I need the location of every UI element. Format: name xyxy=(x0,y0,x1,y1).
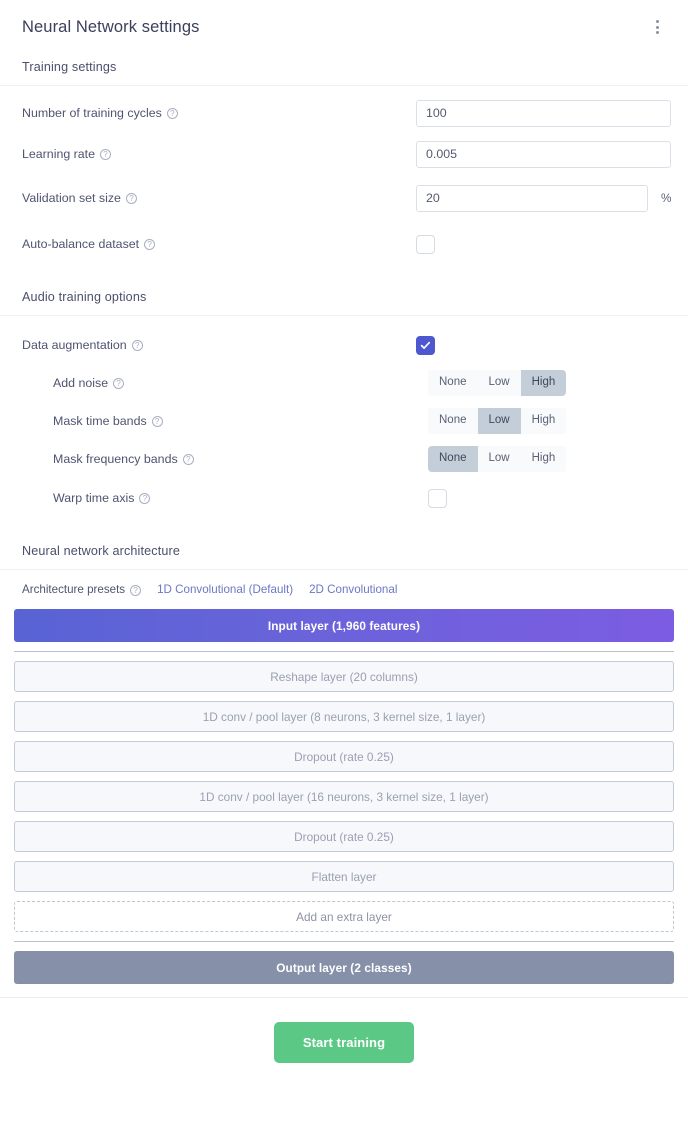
label-text: Number of training cycles xyxy=(22,106,162,120)
layer-dropout-1[interactable]: Dropout (rate 0.25) xyxy=(14,741,674,772)
control-add-noise: None Low High xyxy=(416,370,666,396)
start-training-button[interactable]: Start training xyxy=(273,1022,415,1063)
help-icon[interactable]: ? xyxy=(139,493,151,504)
help-icon[interactable]: ? xyxy=(151,416,163,427)
footer: Start training xyxy=(0,998,688,1063)
add-extra-layer-button[interactable]: Add an extra layer xyxy=(14,901,674,932)
mask-time-bands-option-high[interactable]: High xyxy=(520,408,567,434)
help-icon[interactable]: ? xyxy=(125,193,137,204)
divider-before-output-layer xyxy=(14,941,674,942)
input-layer[interactable]: Input layer (1,960 features) xyxy=(14,609,674,642)
control-auto-balance-dataset xyxy=(416,234,666,254)
divider-after-input-layer xyxy=(14,651,674,652)
help-icon[interactable]: ? xyxy=(144,239,156,250)
page-title: Neural Network settings xyxy=(22,17,200,36)
control-validation-set-size: % xyxy=(416,184,672,212)
row-validation-set-size: Validation set size ? % xyxy=(0,176,688,220)
mask-time-bands-option-low[interactable]: Low xyxy=(477,408,521,434)
layer-reshape[interactable]: Reshape layer (20 columns) xyxy=(14,661,674,692)
output-layer[interactable]: Output layer (2 classes) xyxy=(14,951,674,984)
mask-frequency-bands-option-low[interactable]: Low xyxy=(477,446,521,472)
architecture-presets-label: Architecture presets ? xyxy=(22,583,142,596)
preset-link-1d-convolutional[interactable]: 1D Convolutional (Default) xyxy=(157,583,293,596)
row-data-augmentation: Data augmentation ? xyxy=(0,316,688,364)
training-cycles-input[interactable] xyxy=(416,99,671,127)
row-warp-time-axis: Warp time axis ? xyxy=(0,478,688,518)
label-text: Auto-balance dataset xyxy=(22,237,140,251)
label-text: Warp time axis xyxy=(53,491,135,505)
section-heading-audio-training-options: Audio training options xyxy=(0,268,688,316)
control-warp-time-axis xyxy=(416,488,666,508)
add-noise-segmented-control: None Low High xyxy=(428,370,567,396)
label-text: Mask time bands xyxy=(53,414,147,428)
help-icon[interactable]: ? xyxy=(130,584,142,596)
label-text: Learning rate xyxy=(22,147,96,161)
mask-frequency-bands-segmented-control: None Low High xyxy=(428,446,567,472)
label-text: Data augmentation xyxy=(22,338,127,352)
label-text: Validation set size xyxy=(22,191,121,205)
row-learning-rate: Learning rate ? xyxy=(0,132,688,176)
label-text: Add noise xyxy=(53,376,109,390)
label-data-augmentation: Data augmentation ? xyxy=(22,338,416,352)
preset-link-2d-convolutional[interactable]: 2D Convolutional xyxy=(309,583,397,596)
control-mask-time-bands: None Low High xyxy=(416,408,666,434)
help-icon[interactable]: ? xyxy=(100,149,112,160)
learning-rate-input[interactable] xyxy=(416,140,671,168)
help-icon[interactable]: ? xyxy=(131,340,143,351)
control-learning-rate xyxy=(416,140,671,168)
label-text: Mask frequency bands xyxy=(53,452,178,466)
mask-frequency-bands-option-none[interactable]: None xyxy=(428,446,478,472)
add-noise-option-high[interactable]: High xyxy=(520,370,567,396)
label-text: Architecture presets xyxy=(22,583,126,596)
add-noise-option-none[interactable]: None xyxy=(428,370,478,396)
control-data-augmentation xyxy=(416,335,666,355)
auto-balance-dataset-checkbox[interactable] xyxy=(416,234,435,254)
card-header: Neural Network settings xyxy=(0,0,688,52)
help-icon[interactable]: ? xyxy=(182,454,194,465)
label-add-noise: Add noise ? xyxy=(22,376,416,390)
row-mask-time-bands: Mask time bands ? None Low High xyxy=(0,402,688,440)
label-auto-balance-dataset: Auto-balance dataset ? xyxy=(22,237,416,251)
label-warp-time-axis: Warp time axis ? xyxy=(22,491,416,505)
label-mask-time-bands: Mask time bands ? xyxy=(22,414,416,428)
validation-set-size-input[interactable] xyxy=(416,184,648,212)
mask-time-bands-option-none[interactable]: None xyxy=(428,408,478,434)
help-icon[interactable]: ? xyxy=(113,378,125,389)
label-mask-frequency-bands: Mask frequency bands ? xyxy=(22,452,416,466)
row-auto-balance-dataset: Auto-balance dataset ? xyxy=(0,220,688,268)
help-icon[interactable]: ? xyxy=(166,108,178,119)
data-augmentation-checkbox[interactable] xyxy=(416,335,435,355)
layer-dropout-2[interactable]: Dropout (rate 0.25) xyxy=(14,821,674,852)
label-training-cycles: Number of training cycles ? xyxy=(22,106,416,120)
layer-flatten[interactable]: Flatten layer xyxy=(14,861,674,892)
kebab-menu-icon[interactable] xyxy=(646,16,668,38)
control-mask-frequency-bands: None Low High xyxy=(416,446,666,472)
section-heading-architecture: Neural network architecture xyxy=(0,518,688,570)
row-mask-frequency-bands: Mask frequency bands ? None Low High xyxy=(0,440,688,478)
architecture-presets: Architecture presets ? 1D Convolutional … xyxy=(0,570,688,605)
row-training-cycles: Number of training cycles ? xyxy=(0,86,688,132)
layer-conv-pool-16[interactable]: 1D conv / pool layer (16 neurons, 3 kern… xyxy=(14,781,674,812)
layer-conv-pool-8[interactable]: 1D conv / pool layer (8 neurons, 3 kerne… xyxy=(14,701,674,732)
control-training-cycles xyxy=(416,99,671,127)
add-noise-option-low[interactable]: Low xyxy=(477,370,521,396)
warp-time-axis-checkbox[interactable] xyxy=(428,488,447,508)
row-add-noise: Add noise ? None Low High xyxy=(0,364,688,402)
mask-time-bands-segmented-control: None Low High xyxy=(428,408,567,434)
neural-network-settings-page: Neural Network settings Training setting… xyxy=(0,0,688,1133)
percent-suffix: % xyxy=(661,191,672,205)
section-heading-training-settings: Training settings xyxy=(0,52,688,86)
label-learning-rate: Learning rate ? xyxy=(22,147,416,161)
layer-stack: Input layer (1,960 features) Reshape lay… xyxy=(0,605,688,984)
mask-frequency-bands-option-high[interactable]: High xyxy=(520,446,567,472)
label-validation-set-size: Validation set size ? xyxy=(22,191,416,205)
